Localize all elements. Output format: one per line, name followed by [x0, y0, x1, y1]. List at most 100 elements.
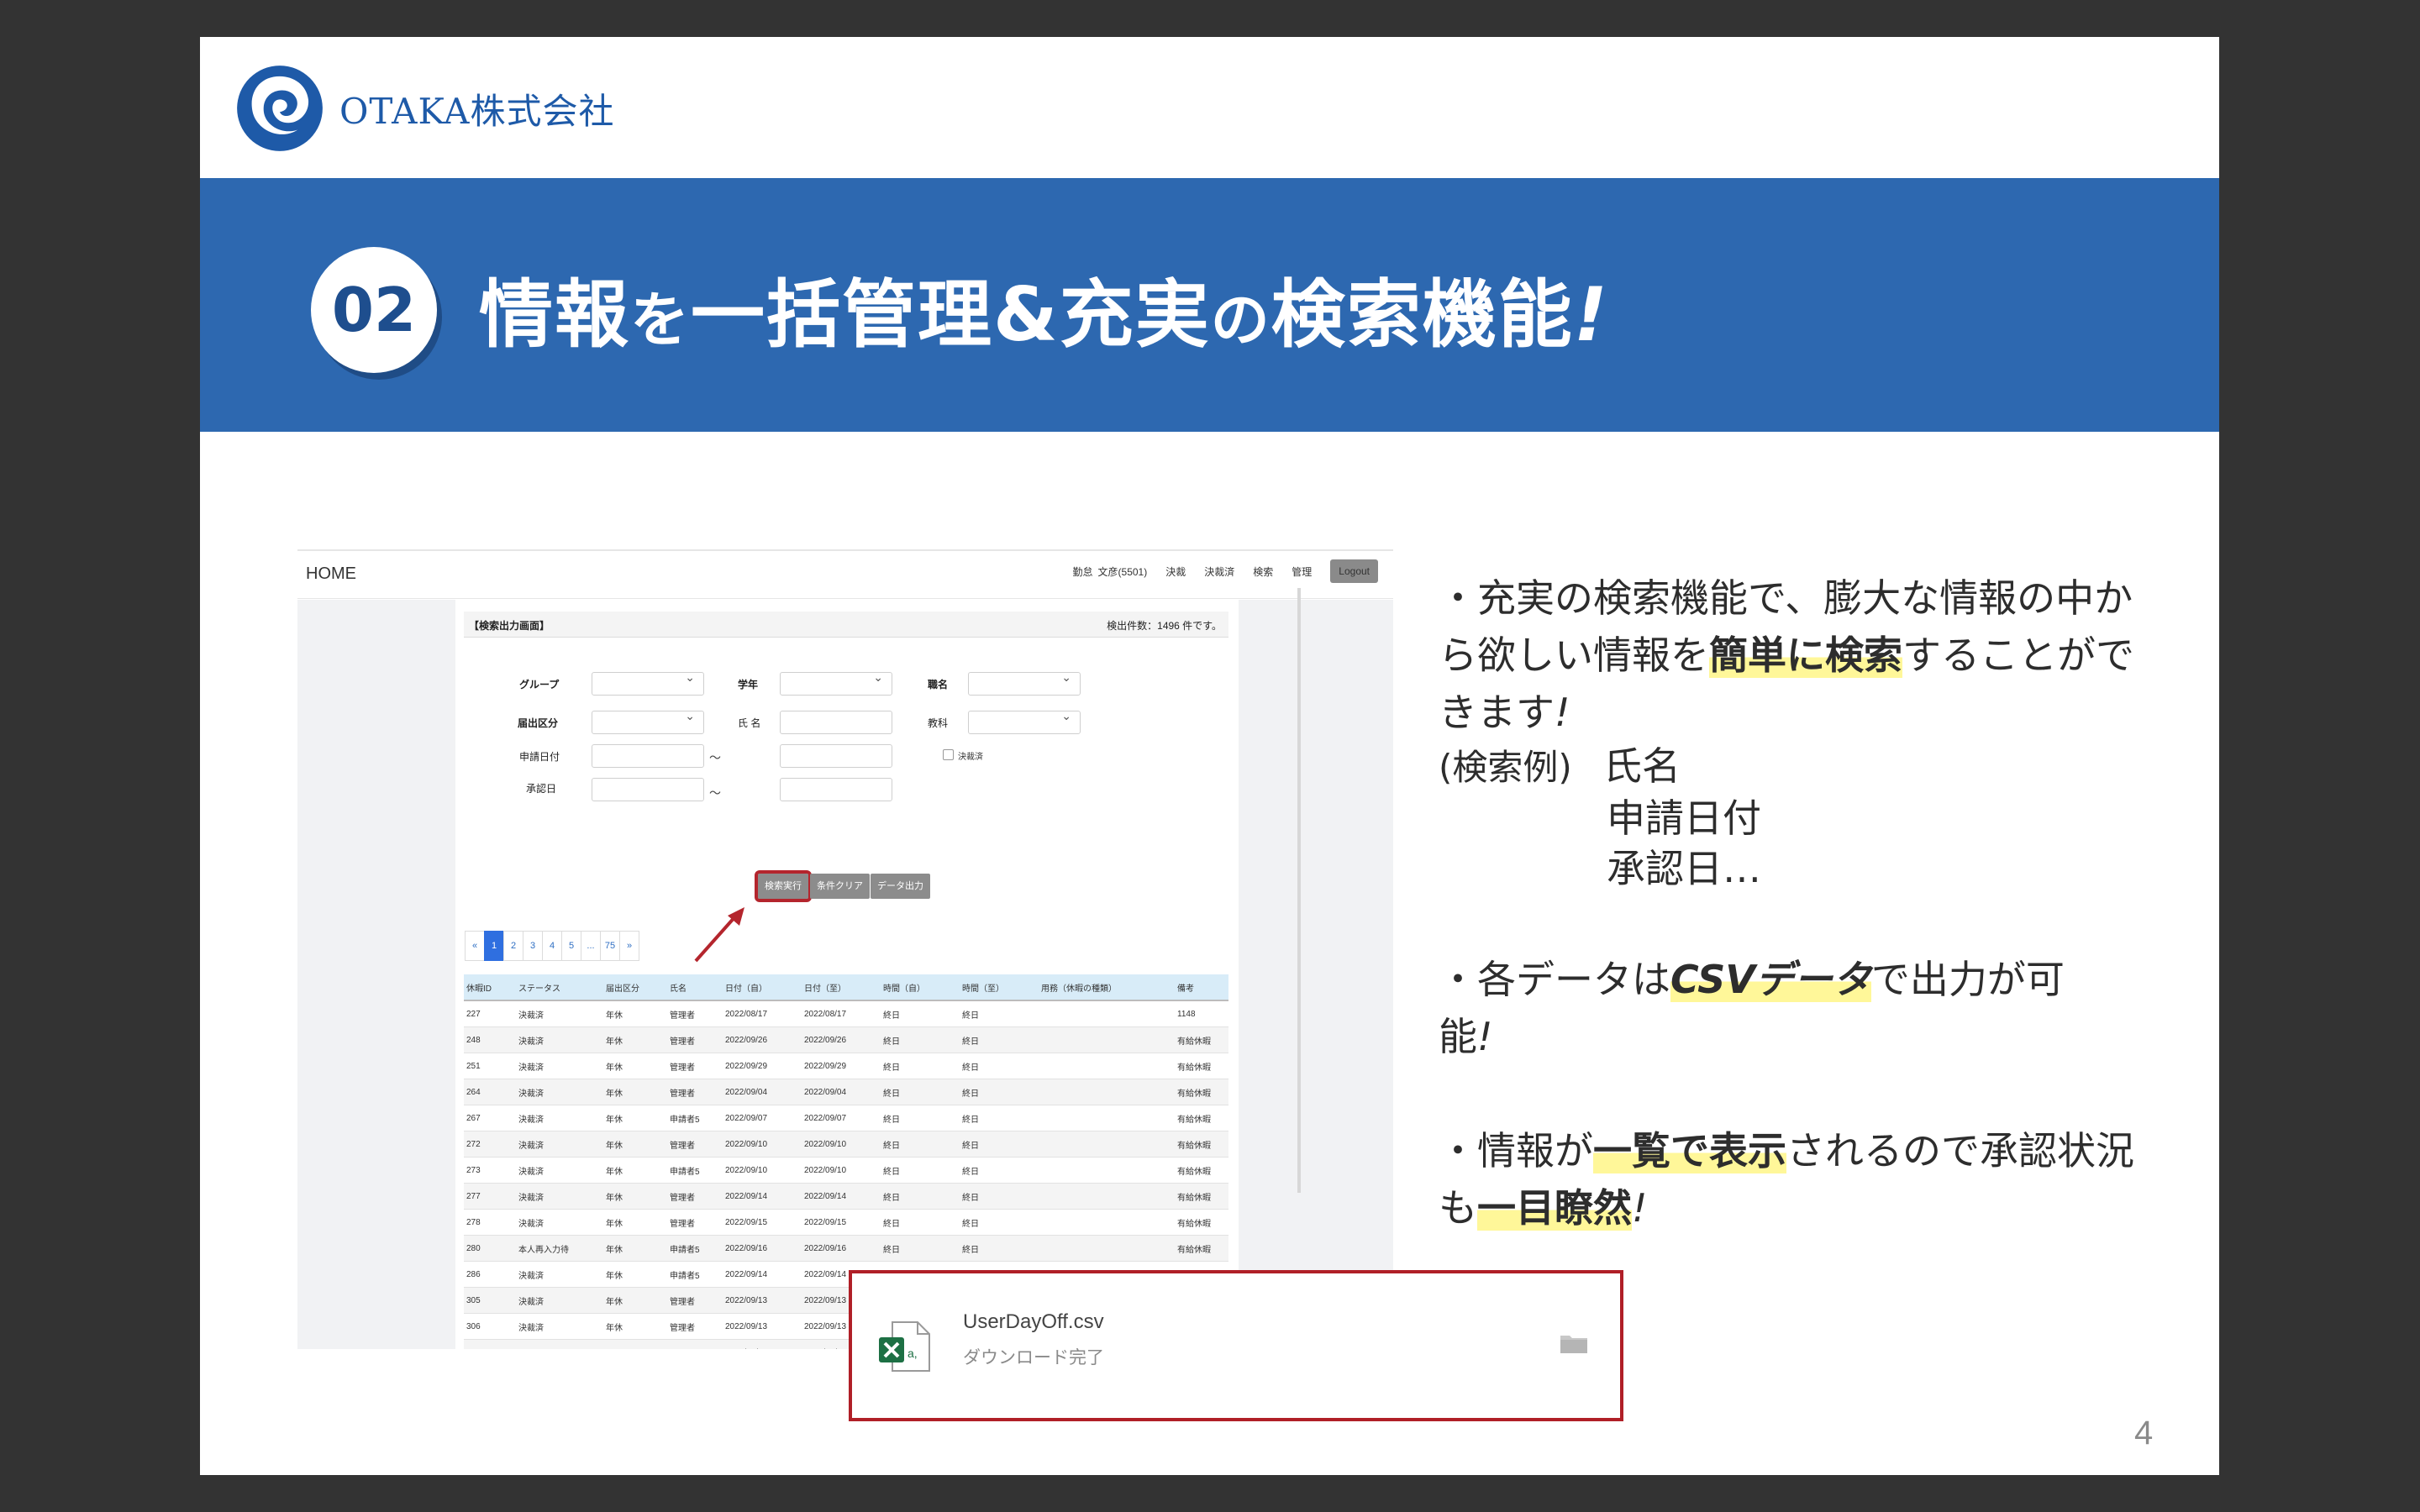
table-cell: 年休 — [603, 1183, 667, 1210]
page-next[interactable]: » — [619, 931, 639, 961]
search-button[interactable]: 検索実行 — [755, 870, 812, 902]
label-subject: 教科 — [928, 717, 949, 729]
table-cell: 年休 — [603, 1105, 667, 1131]
table-cell: 2022/08/17 — [802, 1000, 881, 1027]
search-panel: 【検索出力画面】 検出件数：1496 件です。 グループ 学年 職名 届出区分 … — [455, 600, 1239, 1349]
col-time-from: 時間（自） — [881, 974, 960, 1001]
nav-user[interactable]: 文彦(5501) — [1098, 564, 1148, 579]
request-type-select[interactable] — [592, 710, 704, 734]
slide: OTAKA株式会社 02 情報を一括管理&充実の検索機能! HOME 勤怠 文彦… — [200, 37, 2219, 1475]
label-name: 氏 名 — [738, 717, 761, 729]
table-row[interactable]: 278 決裁済 年休 管理者 2022/09/15 2022/09/15 終日 終日 有給休暇 — [464, 1209, 1228, 1236]
bullet-search: ・充実の検索機能で、膨大な情報の中から欲しい情報を簡単に検索することができます! — [1439, 575, 2134, 735]
table-cell: 295 — [464, 1339, 516, 1349]
page-1[interactable]: 1 — [484, 931, 504, 961]
vertical-scrollbar[interactable] — [1297, 588, 1301, 1193]
table-cell — [1039, 1000, 1175, 1027]
top-nav: 勤怠 文彦(5501) 決裁 決裁済 検索 管理 Logout — [1055, 559, 1378, 583]
table-row[interactable]: 272 決裁済 年休 管理者 2022/09/10 2022/09/10 終日 終日 有給休暇 — [464, 1131, 1228, 1158]
download-status: ダウンロード完了 — [963, 1348, 1104, 1368]
clear-button[interactable]: 条件クリア — [810, 874, 870, 899]
label-group: グループ — [519, 679, 560, 690]
table-cell: 終日 — [960, 1026, 1039, 1053]
table-cell: 終日 — [960, 1131, 1039, 1158]
nav-approval[interactable]: 決裁 — [1165, 564, 1186, 579]
table-cell: 決裁済 — [516, 1339, 603, 1349]
approve-date-from[interactable] — [592, 778, 704, 801]
table-cell: 管理者 — [667, 1131, 723, 1158]
nav-admin[interactable]: 管理 — [1292, 564, 1312, 579]
table-cell — [1039, 1079, 1175, 1105]
page-3[interactable]: 3 — [523, 931, 543, 961]
table-cell: 2022/09/07 — [723, 1105, 802, 1131]
table-cell: 2022/09/26 — [802, 1026, 881, 1053]
page-4[interactable]: 4 — [542, 931, 562, 961]
nav-attendance[interactable]: 勤怠 — [1073, 564, 1093, 579]
table-cell: 2022/09/10 — [802, 1157, 881, 1184]
position-select[interactable] — [968, 671, 1081, 696]
table-cell: 有給休暇 — [1175, 1053, 1228, 1079]
table-row[interactable]: 264 決裁済 年休 管理者 2022/09/04 2022/09/04 終日 終日 有給休暇 — [464, 1079, 1228, 1105]
home-link[interactable]: HOME — [306, 564, 356, 584]
panel-header: 【検索出力画面】 検出件数：1496 件です。 — [464, 612, 1228, 638]
table-cell: 272 — [464, 1131, 516, 1158]
table-cell — [1039, 1053, 1175, 1079]
page-5[interactable]: 5 — [561, 931, 581, 961]
table-cell: 終日 — [960, 1183, 1039, 1210]
section-number-badge: 02 — [311, 247, 437, 373]
table-cell: 227 — [464, 1000, 516, 1027]
table-row[interactable]: 227 決裁済 年休 管理者 2022/08/17 2022/08/17 終日 終日 1148 — [464, 1000, 1228, 1027]
apply-date-to[interactable] — [780, 744, 892, 768]
table-cell: 年休 — [603, 1235, 667, 1262]
page-2[interactable]: 2 — [503, 931, 523, 961]
company-name: OTAKA株式会社 — [339, 90, 615, 132]
label-request-type: 届出区分 — [518, 717, 559, 729]
table-header-row: 休暇ID ステータス 届出区分 氏名 日付（自） 日付（至） 時間（自） 時間（… — [464, 974, 1228, 1001]
table-cell: 年休 — [603, 1000, 667, 1027]
col-name: 氏名 — [667, 974, 723, 1001]
table-row[interactable]: 277 決裁済 年休 管理者 2022/09/14 2022/09/14 終日 終日 有給休暇 — [464, 1183, 1228, 1210]
table-cell: 年休 — [603, 1261, 667, 1288]
approve-date-to[interactable] — [780, 778, 892, 801]
name-input[interactable] — [780, 711, 892, 734]
table-row[interactable]: 273 決裁済 年休 申請者5 2022/09/10 2022/09/10 終日 終日 有給休暇 — [464, 1157, 1228, 1184]
table-cell: 終日 — [881, 1000, 960, 1027]
grade-select[interactable] — [780, 671, 892, 696]
table-cell: 決裁済 — [516, 1105, 603, 1131]
table-cell: 277 — [464, 1183, 516, 1210]
table-cell: 305 — [464, 1287, 516, 1314]
table-cell: 286 — [464, 1261, 516, 1288]
logout-button[interactable]: Logout — [1330, 559, 1378, 583]
table-cell: 年休 — [603, 1339, 667, 1349]
table-cell: 2022/09/26 — [723, 1026, 802, 1053]
table-row[interactable]: 248 決裁済 年休 管理者 2022/09/26 2022/09/26 終日 終日 有給休暇 — [464, 1026, 1228, 1053]
table-cell: 管理者 — [667, 1209, 723, 1236]
table-cell: 決裁済 — [516, 1157, 603, 1184]
table-cell: 本人再入力待 — [516, 1235, 603, 1262]
table-cell: 2022/09/10 — [802, 1131, 881, 1158]
export-button[interactable]: データ出力 — [871, 874, 930, 899]
table-row[interactable]: 251 決裁済 年休 管理者 2022/09/29 2022/09/29 終日 終日 有給休暇 — [464, 1053, 1228, 1079]
table-cell: 251 — [464, 1053, 516, 1079]
table-cell: 2022/09/10 — [723, 1157, 802, 1184]
page-75[interactable]: 75 — [600, 931, 620, 961]
download-notification[interactable]: a, UserDayOff.csv ダウンロード完了 — [849, 1270, 1623, 1421]
nav-search[interactable]: 検索 — [1253, 564, 1273, 579]
panel-title: 【検索出力画面】 — [469, 620, 550, 632]
table-cell: 申請者5 — [667, 1261, 723, 1288]
group-select[interactable] — [592, 671, 704, 696]
page-prev[interactable]: « — [465, 931, 485, 961]
download-filename[interactable]: UserDayOff.csv — [963, 1310, 1104, 1334]
apply-date-from[interactable] — [592, 744, 704, 768]
svg-text:a,: a, — [908, 1347, 918, 1360]
table-row[interactable]: 267 決裁済 年休 申請者5 2022/09/07 2022/09/07 終日 終日 有給休暇 — [464, 1105, 1228, 1131]
table-row[interactable]: 280 本人再入力待 年休 申請者5 2022/09/16 2022/09/16 終日 終日有… — [464, 1235, 1228, 1262]
app-topbar: HOME 勤怠 文彦(5501) 決裁 決裁済 検索 管理 Logout — [297, 551, 1393, 599]
page-ellipsis: ... — [581, 931, 601, 961]
approved-checkbox[interactable] — [943, 749, 954, 760]
folder-icon[interactable] — [1560, 1332, 1588, 1354]
nav-approved[interactable]: 決裁済 — [1204, 564, 1234, 579]
subject-select[interactable] — [968, 710, 1081, 734]
table-cell: 終日 — [881, 1026, 960, 1053]
table-cell: 終日 — [881, 1235, 960, 1262]
